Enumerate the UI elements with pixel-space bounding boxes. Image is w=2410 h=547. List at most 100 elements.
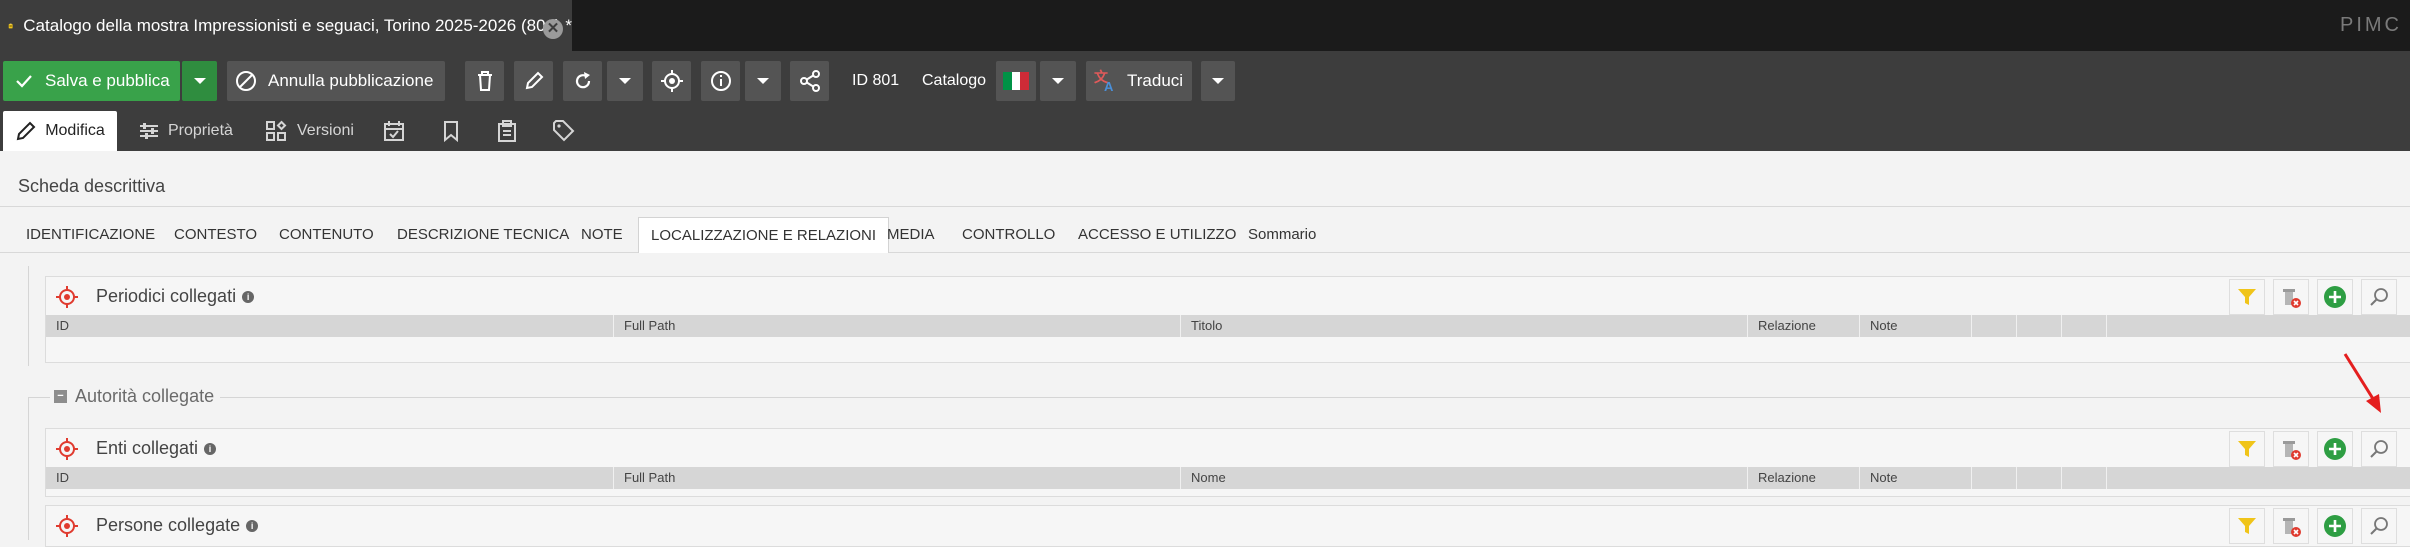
search-button[interactable]: [2361, 508, 2397, 544]
object-id-label: ID 801: [852, 72, 899, 90]
caret-down-icon: [1211, 76, 1225, 86]
clear-button[interactable]: [2273, 431, 2309, 467]
translate-dropdown[interactable]: [1201, 61, 1235, 101]
document-tab[interactable]: Catalogo della mostra Impressionisti e s…: [0, 0, 572, 51]
tab-controllo[interactable]: CONTROLLO: [950, 217, 1067, 252]
info-icon[interactable]: i: [242, 291, 254, 303]
add-button[interactable]: [2317, 508, 2353, 544]
target-icon[interactable]: [56, 515, 78, 537]
column-id[interactable]: ID: [46, 467, 613, 489]
tab-sommario[interactable]: Sommario: [1236, 217, 1328, 252]
language-dropdown[interactable]: [1040, 61, 1076, 101]
pencil-icon: [523, 70, 545, 92]
close-tab-icon[interactable]: ✕: [543, 19, 563, 39]
collapse-icon[interactable]: −: [54, 390, 67, 403]
column-nome[interactable]: Nome: [1180, 467, 1747, 489]
tab-note[interactable]: NOTE: [569, 217, 635, 252]
search-button[interactable]: [2361, 431, 2397, 467]
translate-icon: 文A: [1093, 69, 1119, 93]
calendar-check-icon: [383, 120, 405, 142]
reload-options-dropdown[interactable]: [607, 61, 643, 101]
info-button[interactable]: [701, 61, 740, 101]
panel-header: Periodici collegati i: [46, 277, 2410, 315]
persone-collegate-panel: Persone collegatei: [45, 505, 2410, 547]
translate-button[interactable]: 文A Traduci: [1086, 61, 1192, 101]
tab-modifica[interactable]: Modifica: [3, 111, 117, 151]
rename-button[interactable]: [514, 61, 553, 101]
column-action[interactable]: [1971, 315, 2016, 337]
column-action[interactable]: [1971, 467, 2016, 489]
tag-icon: [552, 120, 576, 142]
tab-bookmarks[interactable]: [442, 111, 460, 151]
delete-button[interactable]: [465, 61, 504, 101]
ban-icon: [234, 69, 258, 93]
clipboard-list-icon: [496, 120, 518, 142]
trash-remove-icon: [2279, 437, 2303, 461]
pimcore-logo: PIMC: [2340, 14, 2402, 37]
language-selector[interactable]: [996, 61, 1036, 101]
column-action[interactable]: [2016, 467, 2061, 489]
tab-identificazione[interactable]: IDENTIFICAZIONE: [14, 217, 167, 252]
tab-contesto[interactable]: CONTESTO: [162, 217, 269, 252]
filter-button[interactable]: [2229, 508, 2265, 544]
autorita-collegate-legend[interactable]: − Autorità collegate: [50, 386, 220, 407]
column-relazione[interactable]: Relazione: [1747, 315, 1859, 337]
annotation-arrow: [2335, 350, 2395, 420]
share-button[interactable]: [790, 61, 829, 101]
caret-down-icon: [756, 76, 770, 86]
tab-versioni[interactable]: Versioni: [265, 111, 354, 151]
add-button[interactable]: [2317, 279, 2353, 315]
clear-button[interactable]: [2273, 279, 2309, 315]
filter-button[interactable]: [2229, 279, 2265, 315]
column-action[interactable]: [2106, 315, 2410, 337]
column-action[interactable]: [2016, 315, 2061, 337]
column-note[interactable]: Note: [1859, 315, 1971, 337]
tab-proprieta[interactable]: Proprietà: [138, 111, 233, 151]
filter-icon: [2237, 439, 2257, 459]
tab-media[interactable]: MEDIA: [875, 217, 947, 252]
info-icon[interactable]: i: [246, 520, 258, 532]
search-button[interactable]: [2361, 279, 2397, 315]
caret-down-icon: [1051, 76, 1065, 86]
tab-descrizione-tecnica[interactable]: DESCRIZIONE TECNICA: [385, 217, 581, 252]
info-icon[interactable]: i: [204, 443, 216, 455]
periodici-title: Periodici collegati: [96, 286, 236, 306]
column-action[interactable]: [2061, 467, 2106, 489]
reload-button[interactable]: [563, 61, 602, 101]
save-publish-button[interactable]: Salva e pubblica: [3, 61, 180, 101]
column-titolo[interactable]: Titolo: [1180, 315, 1747, 337]
scroll-guide: [28, 266, 29, 366]
target-icon[interactable]: [56, 438, 78, 460]
column-action[interactable]: [2061, 315, 2106, 337]
filter-button[interactable]: [2229, 431, 2265, 467]
tab-notes[interactable]: [496, 111, 518, 151]
translate-label: Traduci: [1127, 71, 1183, 91]
tab-contenuto[interactable]: CONTENUTO: [267, 217, 386, 252]
clear-button[interactable]: [2273, 508, 2309, 544]
save-options-dropdown[interactable]: [182, 61, 217, 101]
tab-localizzazione-relazioni[interactable]: LOCALIZZAZIONE E RELAZIONI: [638, 217, 889, 253]
locate-in-tree-button[interactable]: [652, 61, 691, 101]
enti-title: Enti collegati: [96, 438, 198, 458]
column-full-path[interactable]: Full Path: [613, 467, 1180, 489]
save-publish-label: Salva e pubblica: [45, 71, 170, 91]
panel-title: Periodici collegati i: [96, 286, 254, 307]
column-relazione[interactable]: Relazione: [1747, 467, 1859, 489]
unpublish-button[interactable]: Annulla pubblicazione: [227, 61, 445, 101]
column-full-path[interactable]: Full Path: [613, 315, 1180, 337]
italy-flag-icon: [1003, 72, 1029, 90]
add-button[interactable]: [2317, 431, 2353, 467]
tab-tags[interactable]: [552, 111, 576, 151]
info-options-dropdown[interactable]: [745, 61, 781, 101]
column-action[interactable]: [2106, 467, 2410, 489]
periodici-collegati-panel: Periodici collegati i ID Full Path Titolo…: [45, 276, 2410, 363]
search-icon: [2368, 286, 2390, 308]
column-id[interactable]: ID: [46, 315, 613, 337]
panel-header: Enti collegati i: [46, 429, 2410, 467]
target-icon[interactable]: [56, 286, 78, 308]
tab-schedule[interactable]: [383, 111, 405, 151]
column-note[interactable]: Note: [1859, 467, 1971, 489]
tab-accesso-utilizzo[interactable]: ACCESSO E UTILIZZO: [1066, 217, 1248, 252]
enti-collegati-panel: Enti collegati i ID Full Path Nome Relazi…: [45, 428, 2410, 497]
sliders-icon: [138, 120, 160, 142]
